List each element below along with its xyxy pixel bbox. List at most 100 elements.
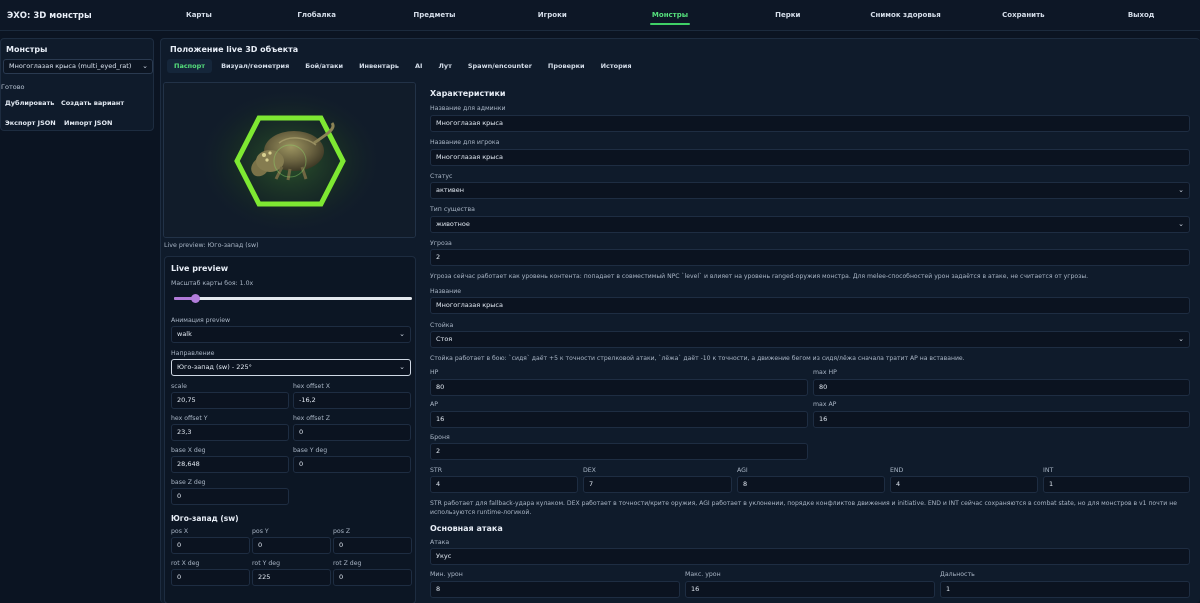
armor-input[interactable]: 2	[430, 443, 808, 460]
end-input[interactable]: 4	[890, 476, 1038, 493]
int-label: INT	[1043, 467, 1054, 474]
chevron-down-icon: ⌄	[142, 62, 148, 70]
name-input[interactable]: Многоглазая крыса	[430, 297, 1190, 314]
main-nav: Карты Глобалка Предметы Игроки Монстры Перки С…	[140, 0, 1200, 31]
attack-label: Атака	[430, 539, 450, 546]
str-label: STR	[430, 467, 443, 474]
nav-monsters[interactable]: Монстры	[611, 0, 729, 31]
tab-3[interactable]: Инвентарь	[352, 59, 406, 73]
rot-z-input[interactable]: 0	[333, 569, 412, 586]
max-ap-input[interactable]: 16	[813, 411, 1190, 428]
map-scale-slider[interactable]	[174, 294, 412, 303]
max-damage-input[interactable]: 16	[685, 581, 935, 598]
hex-offset-x-input[interactable]: -16,2	[293, 392, 411, 409]
hex-offset-y-input[interactable]: 23,3	[171, 424, 289, 441]
ap-label: AP	[430, 401, 438, 408]
threat-note: Угроза сейчас работает как уровень конте…	[430, 273, 1089, 280]
scale-label: scale	[171, 383, 187, 390]
import-json-button[interactable]: Импорт JSON	[64, 119, 112, 127]
dex-label: DEX	[583, 467, 596, 474]
tab-4[interactable]: AI	[408, 59, 429, 73]
tab-7[interactable]: Проверки	[541, 59, 592, 73]
export-json-button[interactable]: Экспорт JSON	[5, 119, 56, 127]
creature-type-select[interactable]: животное ⌄	[430, 216, 1190, 233]
tab-0[interactable]: Паспорт	[167, 59, 213, 73]
create-variant-button[interactable]: Создать вариант	[61, 99, 124, 107]
tab-8[interactable]: История	[594, 59, 639, 73]
pose-title: Юго-запад (sw)	[171, 514, 239, 523]
hp-input[interactable]: 80	[430, 379, 808, 396]
stance-select[interactable]: Стоя ⌄	[430, 331, 1190, 348]
base-z-input[interactable]: 0	[171, 488, 289, 505]
direction-value: Юго-запад (sw) - 225°	[177, 363, 252, 371]
animation-select[interactable]: walk ⌄	[171, 326, 411, 343]
hex-offset-z-label: hex offset Z	[293, 415, 330, 422]
nav-logout[interactable]: Выход	[1082, 0, 1200, 31]
stance-label: Стойка	[430, 322, 454, 329]
base-y-label: base Y deg	[293, 447, 328, 454]
pos-z-input[interactable]: 0	[333, 537, 412, 554]
agi-input[interactable]: 8	[737, 476, 885, 493]
chevron-down-icon: ⌄	[1178, 335, 1184, 343]
direction-select[interactable]: Юго-запад (sw) - 225° ⌄	[171, 359, 411, 376]
live-3d-preview[interactable]	[163, 82, 416, 238]
max-hp-label: max HP	[813, 369, 837, 376]
duplicate-button[interactable]: Дублировать	[5, 99, 54, 107]
min-damage-input[interactable]: 8	[430, 581, 680, 598]
player-name-input[interactable]: Многоглазая крыса	[430, 149, 1190, 166]
attack-input[interactable]: Укус	[430, 548, 1190, 565]
admin-name-input[interactable]: Многоглазая крыса	[430, 115, 1190, 132]
pos-x-label: pos X	[171, 528, 189, 535]
tab-2[interactable]: Бой/атаки	[298, 59, 350, 73]
player-name-label: Название для игрока	[430, 139, 500, 146]
nav-global[interactable]: Глобалка	[258, 0, 376, 31]
name-label: Название	[430, 288, 462, 295]
monster-select[interactable]: Многоглазая крыса (multi_eyed_rat) ⌄	[3, 59, 153, 74]
nav-save[interactable]: Сохранить	[964, 0, 1082, 31]
str-input[interactable]: 4	[430, 476, 578, 493]
nav-health-snapshot[interactable]: Снимок здоровья	[847, 0, 965, 31]
rot-x-input[interactable]: 0	[171, 569, 250, 586]
status-select[interactable]: активен ⌄	[430, 182, 1190, 199]
live-preview-panel: Live preview Масштаб карты боя: 1.0x Ани…	[164, 256, 416, 603]
nav-perks[interactable]: Перки	[729, 0, 847, 31]
creature-type-label: Тип существа	[430, 206, 475, 213]
hp-label: HP	[430, 369, 439, 376]
dex-input[interactable]: 7	[583, 476, 732, 493]
sidebar-title: Монстры	[6, 45, 48, 54]
pos-z-label: pos Z	[333, 528, 351, 535]
base-y-input[interactable]: 0	[293, 456, 411, 473]
tab-1[interactable]: Визуал/геометрия	[214, 59, 296, 73]
hex-offset-y-label: hex offset Y	[171, 415, 208, 422]
ap-input[interactable]: 16	[430, 411, 808, 428]
threat-input[interactable]: 2	[430, 249, 1190, 266]
creature-type-value: животное	[436, 220, 470, 228]
map-scale-label: Масштаб карты боя: 1.0x	[171, 280, 254, 287]
animation-value: walk	[177, 330, 192, 338]
base-z-label: base Z deg	[171, 479, 206, 486]
slider-thumb[interactable]	[191, 294, 201, 303]
top-bar: ЭХО: 3D монстры Карты Глобалка Предметы Игр…	[0, 0, 1200, 31]
tab-5[interactable]: Лут	[431, 59, 458, 73]
scale-input[interactable]: 20,75	[171, 392, 289, 409]
monsters-sidebar: Монстры Многоглазая крыса (multi_eyed_ra…	[0, 38, 154, 131]
rot-y-input[interactable]: 225	[252, 569, 331, 586]
rot-y-label: rot Y deg	[252, 560, 280, 567]
int-input[interactable]: 1	[1043, 476, 1190, 493]
hex-offset-z-input[interactable]: 0	[293, 424, 411, 441]
live-preview-title: Live preview	[171, 264, 229, 273]
pos-x-input[interactable]: 0	[171, 537, 250, 554]
preview-viewport	[164, 83, 415, 237]
max-hp-input[interactable]: 80	[813, 379, 1190, 396]
base-x-input[interactable]: 28,648	[171, 456, 289, 473]
pos-y-input[interactable]: 0	[252, 537, 331, 554]
monster-select-value: Многоглазая крыса (multi_eyed_rat)	[9, 62, 132, 70]
nav-maps[interactable]: Карты	[140, 0, 258, 31]
stance-note: Стойка работает в бою: `сидя` даёт +5 к …	[430, 355, 965, 362]
range-input[interactable]: 1	[940, 581, 1190, 598]
nav-players[interactable]: Игроки	[493, 0, 611, 31]
tab-6[interactable]: Spawn/encounter	[461, 59, 539, 73]
section-title: Характеристики	[430, 89, 506, 98]
nav-items[interactable]: Предметы	[376, 0, 494, 31]
max-damage-label: Макс. урон	[685, 571, 721, 578]
